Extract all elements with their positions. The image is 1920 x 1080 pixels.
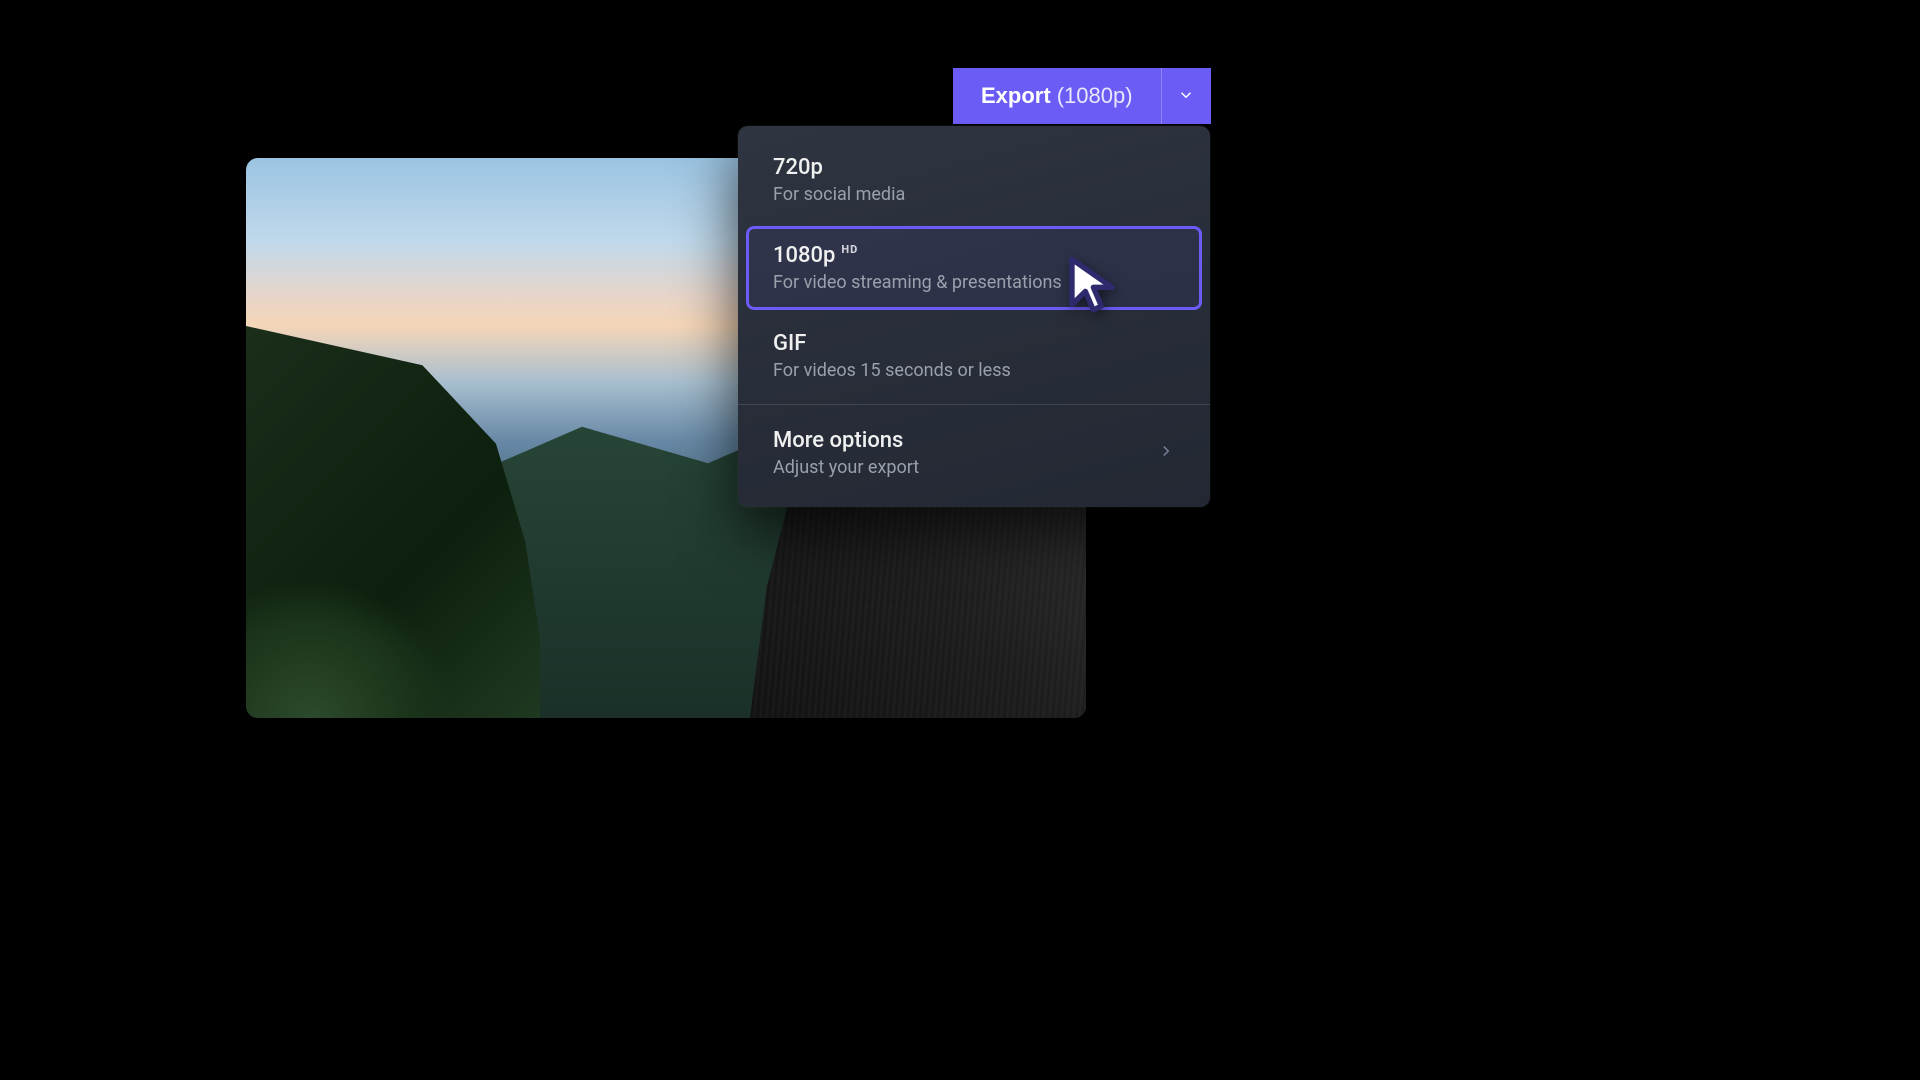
export-more-options[interactable]: More options Adjust your export (746, 411, 1202, 495)
export-options-menu: 720p For social media 1080p HD For video… (738, 126, 1210, 507)
export-option-title: GIF (773, 331, 806, 356)
cursor-icon (1064, 254, 1128, 318)
export-option-gif[interactable]: GIF For videos 15 seconds or less (746, 314, 1202, 398)
export-button-resolution: (1080p) (1057, 83, 1133, 109)
export-button-group: Export (1080p) (953, 68, 1211, 124)
export-option-title: 720p (773, 155, 823, 180)
export-button-label: Export (981, 83, 1051, 109)
export-button[interactable]: Export (1080p) (953, 68, 1161, 124)
export-option-title: 1080p (773, 243, 835, 268)
export-option-desc: For videos 15 seconds or less (773, 360, 1175, 381)
export-option-720p[interactable]: 720p For social media (746, 138, 1202, 222)
chevron-down-icon (1177, 86, 1195, 107)
export-option-1080p[interactable]: 1080p HD For video streaming & presentat… (746, 226, 1202, 310)
preview-foliage (246, 578, 456, 718)
more-options-desc: Adjust your export (773, 457, 919, 478)
hd-badge: HD (841, 243, 858, 256)
export-option-desc: For social media (773, 184, 1175, 205)
export-dropdown-toggle[interactable] (1161, 68, 1211, 124)
menu-divider (738, 404, 1210, 405)
chevron-right-icon (1157, 442, 1175, 464)
more-options-title: More options (773, 428, 903, 453)
